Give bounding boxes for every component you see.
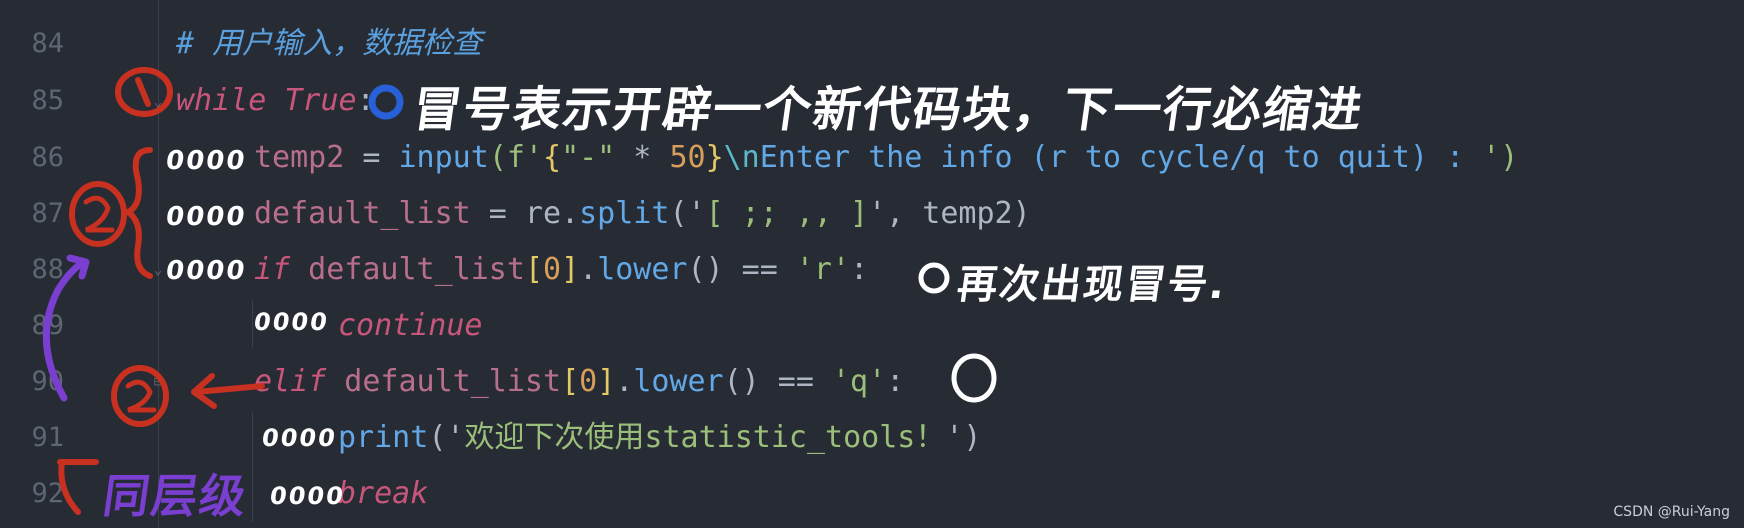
annotation-note-colon: 冒号表示开辟一个新代码块，下一行必缩进 xyxy=(409,82,1368,138)
white-circle-88 xyxy=(918,262,950,294)
red-digit-2b xyxy=(125,379,157,413)
hand-mark-88: 0000 xyxy=(163,256,249,286)
blue-dot-circle xyxy=(368,84,404,120)
red-circle-2b xyxy=(111,365,169,427)
red-digit-2 xyxy=(83,195,115,233)
annotation-note-same-level: 同层级 xyxy=(99,469,252,523)
annotation-note-colon-again: 再次出现冒号. xyxy=(954,262,1230,308)
red-digit-1 xyxy=(135,77,151,107)
hand-mark-92: 0000 xyxy=(268,482,347,510)
hand-mark-87: 0000 xyxy=(163,202,249,232)
red-bottom-mark xyxy=(57,459,99,515)
hand-mark-91: 0000 xyxy=(260,424,339,452)
hand-mark-89: 0000 xyxy=(252,308,331,336)
watermark: CSDN @Rui-Yang xyxy=(1613,504,1730,520)
red-arrow xyxy=(191,373,265,409)
red-circle-2 xyxy=(69,181,127,247)
purple-arrow xyxy=(42,254,90,402)
hand-mark-86: 0000 xyxy=(163,146,249,176)
white-circle-90 xyxy=(951,353,997,403)
red-brace xyxy=(122,147,153,279)
